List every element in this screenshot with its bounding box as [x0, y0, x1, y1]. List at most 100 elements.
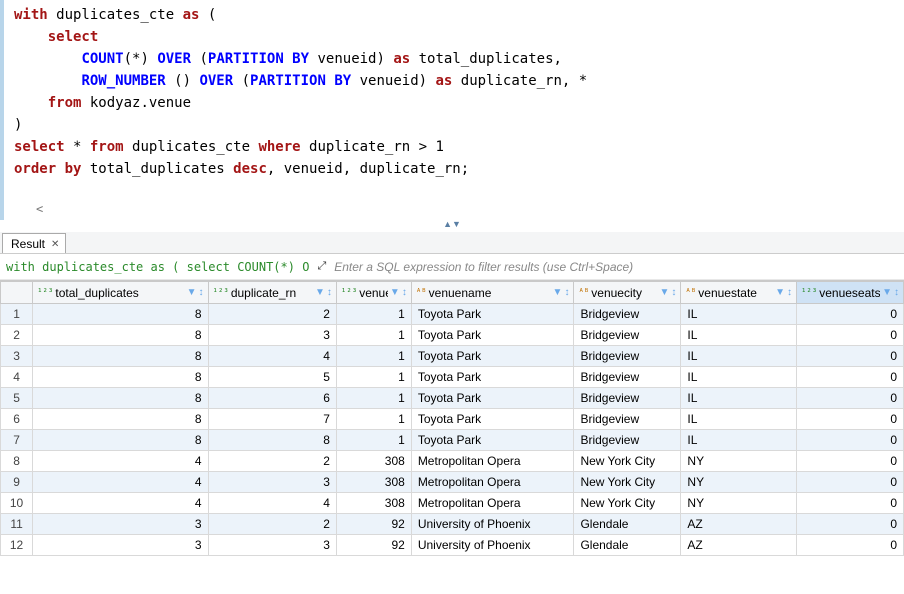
cell-venuecity[interactable]: Glendale	[574, 535, 681, 556]
cell-duplicate_rn[interactable]: 3	[208, 472, 336, 493]
cell-venueseats[interactable]: 0	[796, 451, 903, 472]
cell-venuename[interactable]: Toyota Park	[411, 367, 574, 388]
cell-duplicate_rn[interactable]: 6	[208, 388, 336, 409]
table-row[interactable]: 4851Toyota ParkBridgeviewIL0	[1, 367, 904, 388]
col-header-duplicate_rn[interactable]: ¹²³duplicate_rn▼↕	[208, 282, 336, 304]
cell-duplicate_rn[interactable]: 2	[208, 514, 336, 535]
table-row[interactable]: 7881Toyota ParkBridgeviewIL0	[1, 430, 904, 451]
cell-total_duplicates[interactable]: 8	[33, 325, 208, 346]
cell-duplicate_rn[interactable]: 4	[208, 346, 336, 367]
table-row[interactable]: 943308Metropolitan OperaNew York CityNY0	[1, 472, 904, 493]
table-row[interactable]: 5861Toyota ParkBridgeviewIL0	[1, 388, 904, 409]
cell-venueid[interactable]: 1	[336, 325, 411, 346]
cell-venuestate[interactable]: IL	[681, 346, 797, 367]
table-row[interactable]: 113292University of PhoenixGlendaleAZ0	[1, 514, 904, 535]
rownum-cell[interactable]: 11	[1, 514, 33, 535]
cell-venueseats[interactable]: 0	[796, 325, 903, 346]
rownum-cell[interactable]: 5	[1, 388, 33, 409]
cell-venuecity[interactable]: Bridgeview	[574, 430, 681, 451]
cell-total_duplicates[interactable]: 4	[33, 493, 208, 514]
cell-venuecity[interactable]: Bridgeview	[574, 388, 681, 409]
col-header-venueid[interactable]: ¹²³venueid▼↕	[336, 282, 411, 304]
close-icon[interactable]: ✕	[51, 239, 59, 250]
cell-venuename[interactable]: Toyota Park	[411, 346, 574, 367]
cell-duplicate_rn[interactable]: 2	[208, 304, 336, 325]
rownum-cell[interactable]: 1	[1, 304, 33, 325]
cell-duplicate_rn[interactable]: 3	[208, 325, 336, 346]
rownum-cell[interactable]: 9	[1, 472, 33, 493]
cell-venuename[interactable]: Toyota Park	[411, 430, 574, 451]
cell-venuecity[interactable]: Bridgeview	[574, 409, 681, 430]
cell-venueseats[interactable]: 0	[796, 346, 903, 367]
cell-venuestate[interactable]: AZ	[681, 514, 797, 535]
cell-total_duplicates[interactable]: 8	[33, 304, 208, 325]
cell-duplicate_rn[interactable]: 3	[208, 535, 336, 556]
cell-venuestate[interactable]: AZ	[681, 535, 797, 556]
cell-venueid[interactable]: 308	[336, 493, 411, 514]
cell-total_duplicates[interactable]: 3	[33, 535, 208, 556]
cell-venueid[interactable]: 308	[336, 472, 411, 493]
cell-venueid[interactable]: 1	[336, 304, 411, 325]
cell-venuename[interactable]: Toyota Park	[411, 304, 574, 325]
cell-venueid[interactable]: 92	[336, 535, 411, 556]
cell-venuestate[interactable]: NY	[681, 451, 797, 472]
rownum-cell[interactable]: 8	[1, 451, 33, 472]
result-grid-wrap[interactable]: ¹²³total_duplicates▼↕¹²³duplicate_rn▼↕¹²…	[0, 280, 904, 586]
table-row[interactable]: 2831Toyota ParkBridgeviewIL0	[1, 325, 904, 346]
cell-venueid[interactable]: 1	[336, 388, 411, 409]
filter-input[interactable]: Enter a SQL expression to filter results…	[334, 260, 633, 274]
cell-venuename[interactable]: Metropolitan Opera	[411, 472, 574, 493]
result-tab[interactable]: Result ✕	[2, 233, 66, 253]
cell-venuestate[interactable]: IL	[681, 304, 797, 325]
editor-hscroll[interactable]: <	[28, 202, 43, 220]
cell-venuestate[interactable]: NY	[681, 493, 797, 514]
sort-filter-icon[interactable]: ▼↕	[660, 287, 677, 298]
cell-venuecity[interactable]: New York City	[574, 493, 681, 514]
cell-venuecity[interactable]: New York City	[574, 451, 681, 472]
cell-duplicate_rn[interactable]: 5	[208, 367, 336, 388]
col-header-total_duplicates[interactable]: ¹²³total_duplicates▼↕	[33, 282, 208, 304]
cell-venuestate[interactable]: IL	[681, 367, 797, 388]
cell-venuename[interactable]: Toyota Park	[411, 388, 574, 409]
sort-filter-icon[interactable]: ▼↕	[882, 287, 899, 298]
cell-venueseats[interactable]: 0	[796, 535, 903, 556]
cell-venuename[interactable]: Toyota Park	[411, 325, 574, 346]
cell-venueid[interactable]: 1	[336, 367, 411, 388]
cell-venuecity[interactable]: Bridgeview	[574, 367, 681, 388]
rownum-cell[interactable]: 4	[1, 367, 33, 388]
pane-collapse-handle[interactable]: ▲▼	[0, 220, 904, 232]
cell-venuecity[interactable]: Bridgeview	[574, 304, 681, 325]
rownum-cell[interactable]: 10	[1, 493, 33, 514]
cell-duplicate_rn[interactable]: 8	[208, 430, 336, 451]
cell-venueseats[interactable]: 0	[796, 367, 903, 388]
rownum-cell[interactable]: 12	[1, 535, 33, 556]
cell-duplicate_rn[interactable]: 4	[208, 493, 336, 514]
cell-venueid[interactable]: 92	[336, 514, 411, 535]
expand-icon[interactable]: ⤢	[317, 260, 326, 273]
sort-filter-icon[interactable]: ▼↕	[187, 287, 204, 298]
sort-filter-icon[interactable]: ▼↕	[553, 287, 570, 298]
cell-venuename[interactable]: University of Phoenix	[411, 535, 574, 556]
table-row[interactable]: 1821Toyota ParkBridgeviewIL0	[1, 304, 904, 325]
cell-venuecity[interactable]: New York City	[574, 472, 681, 493]
rownum-cell[interactable]: 7	[1, 430, 33, 451]
cell-venueid[interactable]: 1	[336, 430, 411, 451]
col-header-venueseats[interactable]: ¹²³venueseats▼↕	[796, 282, 903, 304]
cell-venuecity[interactable]: Bridgeview	[574, 346, 681, 367]
cell-venuename[interactable]: Metropolitan Opera	[411, 451, 574, 472]
sql-editor[interactable]: with duplicates_cte as ( select COUNT(*)…	[4, 0, 904, 184]
table-row[interactable]: 6871Toyota ParkBridgeviewIL0	[1, 409, 904, 430]
sort-filter-icon[interactable]: ▼↕	[775, 287, 792, 298]
rownum-cell[interactable]: 2	[1, 325, 33, 346]
cell-venuestate[interactable]: IL	[681, 325, 797, 346]
sql-editor-pane[interactable]: with duplicates_cte as ( select COUNT(*)…	[0, 0, 904, 220]
cell-total_duplicates[interactable]: 8	[33, 346, 208, 367]
sort-filter-icon[interactable]: ▼↕	[315, 287, 332, 298]
rownum-cell[interactable]: 6	[1, 409, 33, 430]
cell-venueseats[interactable]: 0	[796, 514, 903, 535]
cell-venueseats[interactable]: 0	[796, 388, 903, 409]
cell-venueseats[interactable]: 0	[796, 430, 903, 451]
cell-venueid[interactable]: 1	[336, 409, 411, 430]
cell-venuestate[interactable]: IL	[681, 430, 797, 451]
cell-total_duplicates[interactable]: 8	[33, 409, 208, 430]
